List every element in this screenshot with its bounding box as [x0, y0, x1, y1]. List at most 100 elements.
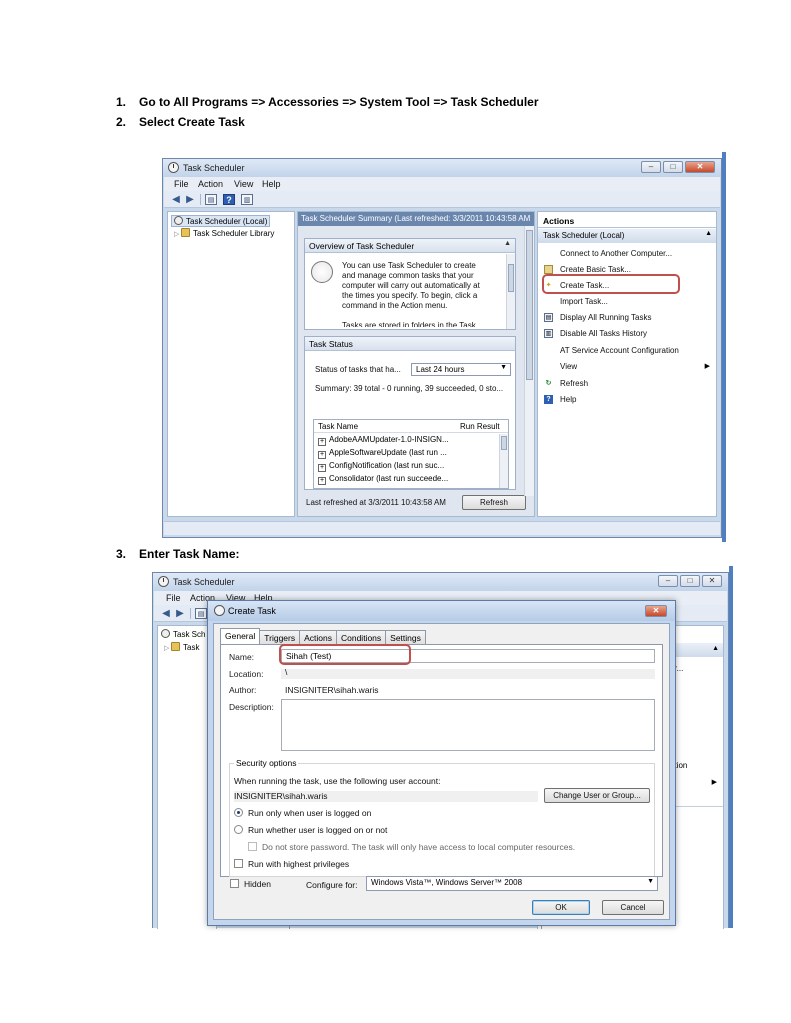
scroll-thumb[interactable]	[508, 264, 514, 292]
hidden-checkbox[interactable]	[230, 879, 239, 888]
row-text: AdobeAAMUpdater-1.0-INSIGN...	[329, 435, 449, 444]
clock-icon	[174, 216, 183, 225]
action-disable-history[interactable]: Disable All Tasks History	[560, 329, 647, 338]
expand-plus-icon[interactable]: +	[318, 451, 326, 459]
change-user-button[interactable]: Change User or Group...	[544, 788, 650, 803]
action-at-service[interactable]: AT Service Account Configuration	[560, 346, 679, 355]
no-store-password-checkbox[interactable]	[248, 842, 257, 851]
clock-icon	[158, 576, 169, 587]
forward-arrow-icon[interactable]: ▶	[184, 194, 196, 205]
column-task-name[interactable]: Task Name	[318, 422, 358, 431]
menu-view[interactable]: View	[234, 179, 253, 189]
maximize-button[interactable]: □	[680, 575, 700, 587]
chevron-down-icon: ▼	[647, 878, 654, 885]
table-row[interactable]: + ConfigNotification (last run suc...	[318, 461, 444, 472]
step-text: Select Create Task	[139, 115, 245, 129]
console-tree-icon[interactable]: ▤	[205, 194, 217, 205]
security-legend: Security options	[234, 758, 299, 768]
overview-scrollbar[interactable]	[506, 254, 515, 329]
submenu-arrow-icon: ▶	[704, 363, 710, 370]
expand-plus-icon[interactable]: +	[318, 438, 326, 446]
group-header[interactable]: Overview of Task Scheduler ▲	[305, 239, 515, 253]
create-task-dialog: Create Task ✕ General Triggers Actions C…	[207, 600, 676, 926]
name-label: Name:	[229, 652, 255, 662]
history-icon: ▥	[544, 329, 553, 338]
action-view[interactable]: View	[560, 362, 577, 371]
toolbar: ◀ ▶ ▤ ? ▥	[164, 191, 720, 208]
tree-item-local[interactable]: Task Scheduler (Local)	[171, 215, 271, 227]
menu-file[interactable]: File	[174, 179, 189, 189]
time-range-select[interactable]: Last 24 hours ▼	[411, 363, 511, 376]
minimize-button[interactable]: –	[658, 575, 678, 587]
tab-general[interactable]: General	[220, 628, 261, 644]
folder-icon	[171, 642, 180, 651]
radio-logged-on-label: Run only when user is logged on	[248, 808, 372, 818]
forward-arrow-icon[interactable]: ▶	[174, 608, 186, 619]
table-row[interactable]: + Consolidator (last run succeede...	[318, 474, 448, 485]
expand-arrow-icon[interactable]: ▷	[164, 644, 171, 652]
table-row[interactable]: + AdobeAAMUpdater-1.0-INSIGN...	[318, 435, 449, 446]
menu-bar: File Action View Help	[164, 177, 720, 191]
action-connect-computer[interactable]: Connect to Another Computer...	[560, 249, 672, 258]
tab-actions[interactable]: Actions	[299, 630, 337, 644]
title-bar[interactable]: Task Scheduler – □ ✕	[153, 573, 728, 591]
group-header[interactable]: Task Status	[305, 337, 515, 351]
table-row[interactable]: + AppleSoftwareUpdate (last run ...	[318, 448, 447, 459]
radio-whether-logged[interactable]	[234, 825, 243, 834]
description-input[interactable]	[281, 699, 655, 751]
collapse-icon[interactable]: ▲	[504, 240, 511, 247]
radio-logged-on[interactable]	[234, 808, 243, 817]
close-button[interactable]: ✕	[702, 575, 722, 587]
back-arrow-icon[interactable]: ◀	[170, 194, 182, 205]
cancel-button[interactable]: Cancel	[602, 900, 664, 915]
overview-line: the times you specify. To begin, click a	[342, 291, 478, 300]
expand-plus-icon[interactable]: +	[318, 464, 326, 472]
action-display-running[interactable]: Display All Running Tasks	[560, 313, 651, 322]
tree-item-library[interactable]: ▷ Task	[164, 642, 199, 652]
scroll-thumb[interactable]	[526, 230, 533, 380]
summary-pane: Task Scheduler Summary (Last refreshed: …	[297, 211, 535, 517]
scroll-thumb[interactable]	[501, 436, 507, 450]
maximize-button[interactable]: □	[663, 161, 683, 173]
task-list-scrollbar[interactable]	[499, 434, 508, 488]
folder-icon	[181, 228, 190, 237]
expand-plus-icon[interactable]: +	[318, 477, 326, 485]
expand-arrow-icon[interactable]: ▷	[174, 230, 181, 238]
menu-help[interactable]: Help	[262, 179, 281, 189]
close-button[interactable]: ✕	[685, 161, 715, 173]
dialog-close-button[interactable]: ✕	[645, 605, 667, 617]
tab-settings[interactable]: Settings	[385, 630, 426, 644]
action-create-basic-task[interactable]: Create Basic Task...	[560, 265, 631, 274]
menu-action[interactable]: Action	[198, 179, 223, 189]
summary-scrollbar[interactable]	[524, 226, 534, 496]
actions-section-header[interactable]: Task Scheduler (Local) ▲	[538, 229, 716, 243]
minimize-button[interactable]: –	[641, 161, 661, 173]
tab-triggers[interactable]: Triggers	[259, 630, 301, 644]
back-arrow-icon[interactable]: ◀	[160, 608, 172, 619]
ok-button[interactable]: OK	[532, 900, 590, 915]
tree-item-local[interactable]: Task Sch	[161, 629, 205, 639]
tree-item-label: Task Sch	[173, 630, 206, 639]
step-3: 3. Enter Task Name:	[116, 547, 239, 561]
window-title: Task Scheduler	[173, 577, 235, 587]
menu-file[interactable]: File	[166, 593, 181, 603]
configure-select[interactable]: Windows Vista™, Windows Server™ 2008 ▼	[366, 876, 658, 891]
action-help[interactable]: Help	[560, 395, 576, 404]
action-refresh[interactable]: Refresh	[560, 379, 588, 388]
basic-task-icon	[544, 265, 553, 274]
tree-item-library[interactable]: ▷ Task Scheduler Library	[174, 228, 274, 238]
action-pane-icon[interactable]: ▥	[241, 194, 253, 205]
console-tree-icon[interactable]: ▤	[195, 608, 207, 619]
refresh-button[interactable]: Refresh	[462, 495, 526, 510]
collapse-icon[interactable]: ▲	[705, 230, 712, 237]
tab-conditions[interactable]: Conditions	[335, 630, 387, 644]
action-import-task[interactable]: Import Task...	[560, 297, 608, 306]
highest-privileges-checkbox[interactable]	[234, 859, 243, 868]
collapse-icon[interactable]: ▲	[712, 645, 719, 652]
dialog-title-bar[interactable]: Create Task ✕	[208, 601, 675, 621]
column-run-result[interactable]: Run Result	[460, 422, 500, 431]
location-value: \	[285, 667, 288, 677]
title-bar[interactable]: Task Scheduler – □ ✕	[163, 159, 721, 177]
location-bar	[281, 669, 655, 679]
help-icon[interactable]: ?	[223, 194, 235, 205]
